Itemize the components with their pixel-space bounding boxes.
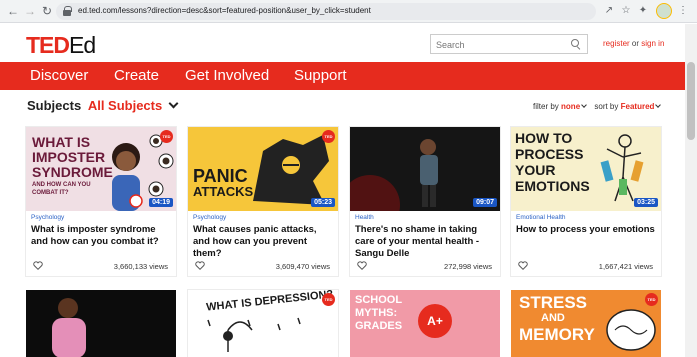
subjects-selector[interactable]: Subjects All Subjects [27, 98, 179, 113]
duration-badge: 09:07 [473, 198, 497, 207]
lesson-thumbnail[interactable]: SCHOOL MYTHS: GRADES A+ [350, 290, 500, 357]
page-scrollbar[interactable] [685, 24, 697, 357]
filter-value[interactable]: none [561, 102, 580, 111]
lesson-thumbnail[interactable]: 09:07 [350, 127, 500, 211]
thumbnail-text: HOW TO [515, 130, 573, 146]
view-count: 3,660,133 views [113, 262, 168, 271]
lesson-card[interactable]: PANIC ATTACKS TED 05:23 Psychology What … [188, 127, 338, 276]
lesson-title[interactable]: There's no shame in taking care of your … [355, 224, 497, 260]
duration-badge: 03:25 [634, 198, 658, 207]
subjects-value[interactable]: All Subjects [88, 98, 162, 113]
thumbnail-text: GRADES [355, 320, 403, 332]
auth-links: register or sign in [603, 39, 664, 48]
lesson-card[interactable]: WHAT IS IMPOSTER SYNDROME AND HOW CAN YO… [26, 127, 176, 276]
thumbnail-text: MEMORY [519, 325, 595, 344]
main-nav: Discover Create Get Involved Support [0, 62, 685, 90]
browser-toolbar: ← → ↻ ed.ted.com/lessons?direction=desc&… [0, 0, 697, 23]
lesson-thumbnail[interactable]: HOW TO PROCESS YOUR EMOTIONS 03:25 [511, 127, 661, 211]
or-label: or [631, 39, 640, 48]
view-count: 3,609,470 views [275, 262, 330, 271]
heart-icon[interactable] [357, 261, 367, 270]
lesson-title[interactable]: How to process your emotions [516, 224, 658, 236]
lock-icon [63, 6, 72, 16]
subjects-label: Subjects [27, 98, 82, 113]
nav-get-involved[interactable]: Get Involved [185, 67, 269, 84]
nav-support[interactable]: Support [294, 67, 347, 84]
thumbnail-text: EMOTIONS [515, 178, 590, 194]
chevron-down-icon[interactable] [168, 98, 179, 109]
teded-logo[interactable]: TEDEd [26, 32, 96, 59]
thumbnail-text: MYTHS: [355, 307, 398, 319]
thumbnail-text: AND HOW CAN YOU [32, 182, 91, 188]
duration-badge: 05:23 [311, 198, 335, 207]
sort-value[interactable]: Featured [621, 102, 655, 111]
ted-badge: TED [645, 293, 658, 306]
register-link[interactable]: register [603, 39, 630, 48]
reload-icon[interactable]: ↻ [40, 4, 54, 18]
lesson-card[interactable]: 09:07 Health There's no shame in taking … [350, 127, 500, 276]
url-text: ed.ted.com/lessons?direction=desc&sort=f… [78, 6, 371, 15]
share-icon[interactable]: ↗ [602, 4, 616, 18]
address-bar[interactable]: ed.ted.com/lessons?direction=desc&sort=f… [56, 3, 596, 20]
ted-badge: TED [160, 130, 173, 143]
menu-kebab-icon[interactable]: ⋮ [676, 4, 690, 18]
heart-icon[interactable] [33, 261, 43, 270]
lesson-category[interactable]: Emotional Health [516, 214, 566, 221]
lesson-title[interactable]: What is imposter syndrome and how can yo… [31, 224, 173, 248]
thumbnail-text: SYNDROME [32, 164, 113, 180]
view-count: 272,998 views [444, 262, 492, 271]
nav-create[interactable]: Create [114, 67, 159, 84]
thumbnail-text: STRESS [519, 293, 588, 312]
thumbnail-text: IMPOSTER [32, 149, 106, 165]
sort-label: sort by [594, 102, 619, 111]
figure-illustration [600, 134, 644, 202]
filter-label: filter by [533, 102, 559, 111]
brain-illustration [606, 309, 656, 351]
back-arrow-icon[interactable]: ← [6, 4, 20, 18]
extensions-puzzle-icon[interactable]: ✦ [636, 4, 650, 18]
thumbnail-text: PROCESS [515, 146, 584, 162]
thumbnail-text: COMBAT IT? [32, 190, 69, 196]
lesson-thumbnail[interactable]: WHAT IS IMPOSTER SYNDROME AND HOW CAN YO… [26, 127, 176, 211]
grade-badge: A+ [418, 304, 452, 338]
lesson-category[interactable]: Psychology [31, 214, 64, 221]
thumbnail-text: PANIC [193, 166, 248, 186]
site-header: TEDEd register or sign in [0, 24, 685, 62]
bookmark-star-icon[interactable]: ☆ [619, 4, 633, 18]
chevron-down-icon[interactable] [581, 102, 587, 108]
signin-link[interactable]: sign in [641, 39, 664, 48]
filter-sort-bar: filter by none sort by Featured [533, 102, 666, 111]
lesson-thumbnail[interactable]: PANIC ATTACKS TED 05:23 [188, 127, 338, 211]
heart-icon[interactable] [518, 261, 528, 270]
lesson-title[interactable]: What causes panic attacks, and how can y… [193, 224, 335, 260]
search-box [430, 34, 588, 54]
forward-arrow-icon[interactable]: → [23, 4, 37, 18]
view-count: 1,667,421 views [598, 262, 653, 271]
thumbnail-text: ATTACKS [193, 184, 254, 199]
scrollbar-thumb[interactable] [687, 62, 695, 140]
lesson-category[interactable]: Psychology [193, 214, 226, 221]
lesson-thumbnail[interactable] [26, 290, 176, 357]
duration-badge: 04:19 [149, 198, 173, 207]
thumbnail-text: SCHOOL [355, 294, 403, 306]
speaker-photo [26, 290, 176, 357]
lesson-thumbnail[interactable]: STRESS AND MEMORY TED [511, 290, 661, 357]
profile-avatar[interactable] [656, 3, 672, 19]
ted-badge: TED [322, 293, 335, 306]
lesson-thumbnail[interactable]: WHAT IS DEPRESSION? TED [188, 290, 338, 357]
nav-discover[interactable]: Discover [30, 67, 88, 84]
lesson-card[interactable]: HOW TO PROCESS YOUR EMOTIONS 03:25 Emoti… [511, 127, 661, 276]
heart-icon[interactable] [195, 261, 205, 270]
search-input[interactable] [436, 38, 566, 51]
ted-badge: TED [322, 130, 335, 143]
thumbnail-text: WHAT IS [32, 134, 91, 150]
lesson-category[interactable]: Health [355, 214, 374, 221]
search-icon[interactable] [571, 39, 581, 49]
thumbnail-text: AND [541, 312, 565, 324]
thumbnail-text: YOUR [515, 162, 556, 178]
chevron-down-icon[interactable] [655, 102, 662, 108]
